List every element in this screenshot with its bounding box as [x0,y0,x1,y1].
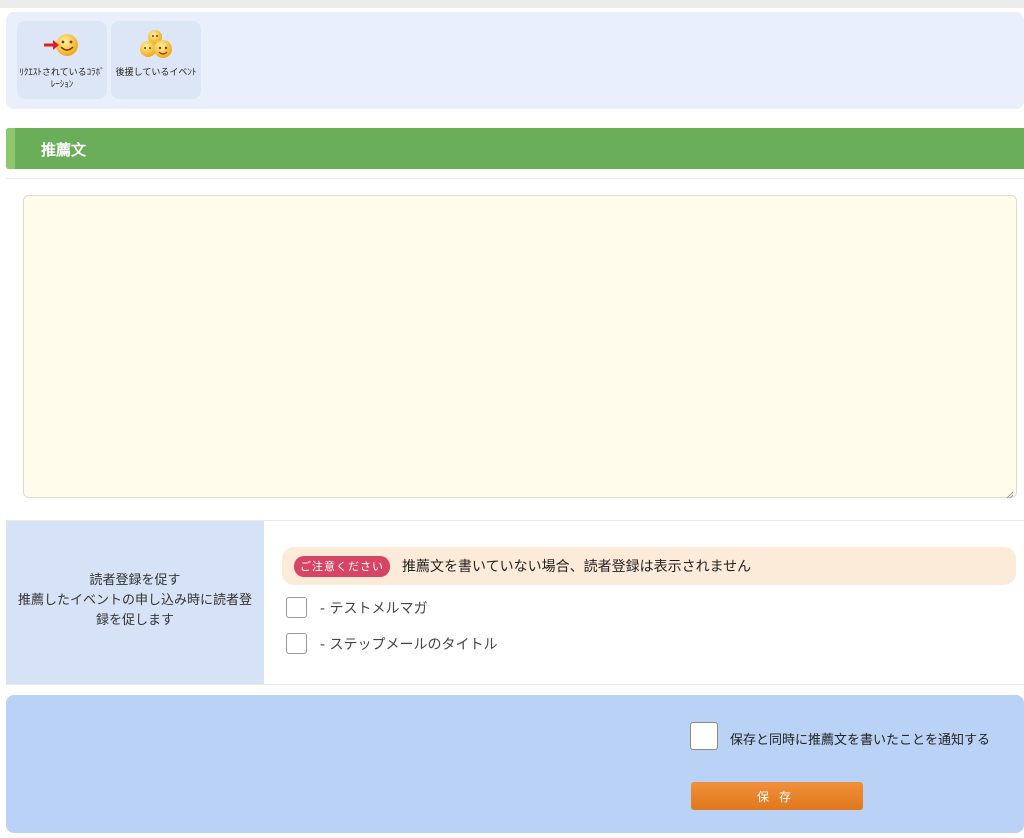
reader-registration-label-cell: 読者登録を促す 推薦したイベントの申し込み時に読者登録を促します [6,521,264,684]
icon-shortcut-panel: ﾘｸｴｽﾄされているｺﾗﾎﾞﾚｰｼｮﾝ 後援しているイベﾝﾄ [6,12,1024,109]
tile-label: ﾘｸｴｽﾄされているｺﾗﾎﾞﾚｰｼｮﾝ [19,68,105,90]
notify-label: 保存と同時に推薦文を書いたことを通知する [730,733,991,748]
group-smile-icon [111,29,201,63]
reader-registration-description: 推薦したイベントの申し込み時に読者登録を促します [17,593,252,628]
top-strip [0,0,1024,8]
tile-label: 後援しているイベﾝﾄ [115,68,197,78]
reader-registration-title: 読者登録を促す [89,573,181,588]
smile-arrow-icon [17,29,107,63]
mailmag-checkbox[interactable] [286,597,307,618]
notice-badge: ご注意ください [294,556,390,577]
divider [6,684,1024,685]
save-button[interactable]: 保存 [691,782,863,810]
section-title: 推薦文 [41,141,87,159]
requested-collaborations-tile[interactable]: ﾘｸｴｽﾄされているｺﾗﾎﾞﾚｰｼｮﾝ [17,21,107,99]
stepmail-checkbox[interactable] [286,633,307,654]
sponsored-events-tile[interactable]: 後援しているイベﾝﾄ [111,21,201,99]
section-header: 推薦文 [6,128,1024,169]
section-accent [6,128,15,169]
stepmail-option-label: - ステップメールのタイトル [320,637,498,653]
recommendation-textarea[interactable] [23,195,1017,498]
notify-checkbox[interactable] [690,722,718,750]
notice-message: 推薦文を書いていない場合、読者登録は表示されません [402,559,752,575]
notice-box: ご注意ください 推薦文を書いていない場合、読者登録は表示されません [282,547,1016,585]
reader-registration-label: 読者登録を促す 推薦したイベントの申し込み時に読者登録を促します [14,571,256,631]
footer-panel [6,695,1024,833]
divider [6,178,1024,179]
mailmag-option-label: - テストメルマガ [320,601,428,617]
resize-grip-icon[interactable] [1004,484,1014,499]
